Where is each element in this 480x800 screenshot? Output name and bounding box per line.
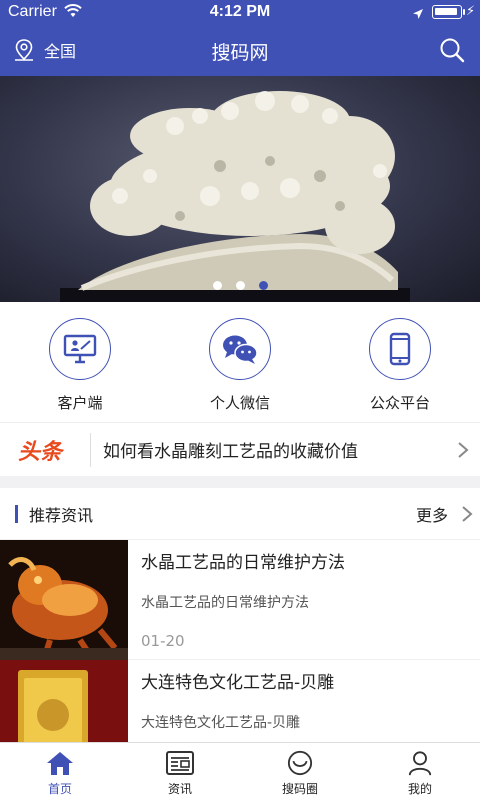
news-thumbnail	[0, 540, 128, 660]
quick-link-label: 个人微信	[209, 394, 270, 412]
section-accent-bar	[15, 504, 18, 523]
tab-label: 我的	[407, 782, 432, 796]
desktop-monitor-icon	[49, 318, 111, 380]
smartphone-icon	[369, 318, 431, 380]
circle-smile-icon	[287, 750, 313, 776]
tab-home[interactable]: 首页	[0, 743, 120, 800]
quick-links: 客户端 个人微信 公众平台	[0, 302, 480, 422]
tab-news[interactable]: 资讯	[120, 743, 240, 800]
battery-tip	[463, 9, 465, 15]
news-list: 水晶工艺品的日常维护方法 水晶工艺品的日常维护方法 01-20 大连特色文化工艺…	[0, 540, 480, 742]
quick-link-label: 公众平台	[369, 394, 430, 412]
news-date: 01-20	[141, 632, 185, 650]
carousel-dot[interactable]	[235, 281, 245, 290]
bottom-tab-bar: 首页 资讯 搜码圈 我的	[0, 742, 480, 800]
tab-circle[interactable]: 搜码圈	[240, 743, 360, 800]
carousel-dot[interactable]	[212, 281, 222, 290]
chevron-right-icon[interactable]	[454, 505, 480, 523]
tab-label: 首页	[47, 782, 72, 796]
status-time: 4:12 PM	[209, 3, 271, 20]
home-icon	[47, 752, 73, 775]
quick-link-public-platform[interactable]: 公众平台	[320, 302, 480, 422]
carousel-indicators	[0, 281, 480, 290]
news-icon	[166, 751, 194, 775]
headline-divider	[90, 432, 91, 467]
headline-tag: 头条	[18, 439, 63, 465]
recommended-header: 推荐资讯 更多	[0, 488, 480, 540]
status-bar: Carrier 4:12 PM ⚡	[0, 0, 480, 26]
battery-icon	[432, 5, 462, 19]
headline-text: 如何看水晶雕刻工艺品的收藏价值	[103, 442, 358, 462]
page-title: 搜码网	[211, 42, 269, 64]
search-button[interactable]	[438, 36, 466, 64]
section-title: 推荐资讯	[29, 505, 94, 525]
quick-link-wechat[interactable]: 个人微信	[160, 302, 320, 422]
news-thumbnail	[0, 660, 128, 742]
quick-link-label: 客户端	[57, 394, 103, 412]
section-spacer	[0, 476, 480, 488]
chevron-right-icon	[446, 441, 480, 459]
tab-label: 搜码圈	[281, 782, 318, 796]
search-icon	[440, 38, 465, 63]
tab-profile[interactable]: 我的	[360, 743, 480, 800]
location-arrow-icon	[412, 6, 424, 24]
news-title: 水晶工艺品的日常维护方法	[141, 553, 345, 573]
tab-label: 资讯	[167, 782, 192, 796]
headline-news-row[interactable]: 头条 如何看水晶雕刻工艺品的收藏价值	[0, 422, 480, 476]
charging-bolt-icon: ⚡	[466, 4, 476, 19]
banner-carousel[interactable]	[0, 76, 480, 302]
news-summary: 大连特色文化工艺品-贝雕	[141, 715, 301, 731]
person-icon	[408, 751, 432, 776]
nav-bar: 全国 搜码网	[0, 26, 480, 76]
banner-carving-image	[60, 91, 410, 302]
news-item[interactable]: 水晶工艺品的日常维护方法 水晶工艺品的日常维护方法 01-20	[0, 540, 480, 660]
quick-link-client[interactable]: 客户端	[0, 302, 160, 422]
news-item[interactable]: 大连特色文化工艺品-贝雕 大连特色文化工艺品-贝雕	[0, 660, 480, 742]
top-bar: Carrier 4:12 PM ⚡ 全国 搜码网	[0, 0, 480, 76]
news-title: 大连特色文化工艺品-贝雕	[141, 673, 335, 693]
wechat-icon	[209, 318, 271, 380]
carousel-dot-active[interactable]	[258, 281, 268, 290]
news-summary: 水晶工艺品的日常维护方法	[141, 595, 309, 611]
more-link[interactable]: 更多	[416, 502, 448, 526]
